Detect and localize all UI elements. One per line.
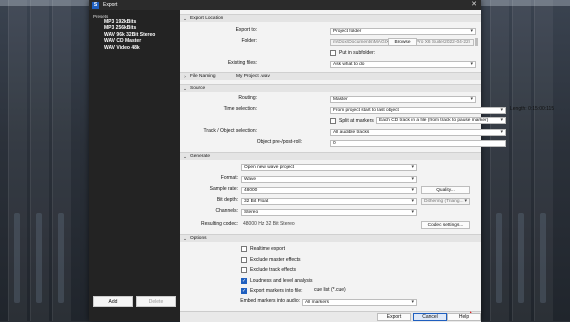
put-in-subfolder-checkbox[interactable] — [330, 50, 336, 56]
close-icon[interactable]: ✕ — [471, 1, 477, 9]
track-object-dropdown[interactable]: All audible tracks — [330, 129, 506, 136]
presets-header: Presets — [93, 14, 109, 19]
exclude-master-effects-label: Exclude master effects — [250, 257, 301, 263]
preset-item[interactable]: WAV Video 48k — [89, 45, 180, 51]
section-title: File Naming — [190, 74, 216, 79]
bit-depth-dropdown[interactable]: 32 Bit Float — [241, 198, 417, 205]
title-bar: S Export ✕ — [89, 0, 481, 10]
help-button[interactable]: Help — [447, 313, 481, 321]
export-markers-format[interactable]: cue list (*.cue) — [314, 287, 346, 294]
resulting-codec-label: Resulting codec: — [201, 221, 238, 227]
sample-rate-label: Sample rate: — [209, 186, 238, 192]
time-selection-dropdown[interactable]: From project start to last object — [330, 107, 506, 114]
chevron-down-icon: ⌄ — [183, 15, 187, 21]
presets-panel: Presets MP3 192kBits MP3 256kBits WAV 96… — [89, 10, 180, 321]
channels-label: Channels: — [215, 208, 238, 214]
realtime-export-label: Realtime export — [250, 246, 286, 252]
bit-depth-label: Bit depth: — [216, 197, 238, 203]
preroll-field[interactable]: 0 — [330, 140, 506, 147]
split-at-markers-label: Split at markers — [339, 118, 374, 124]
window-title: Export — [103, 2, 118, 8]
channels-dropdown[interactable]: Stereo — [241, 209, 417, 216]
export-to-dropdown[interactable]: Project folder — [330, 28, 476, 35]
section-title: Generate — [190, 154, 211, 159]
existing-files-label: Existing files: — [227, 60, 257, 66]
resulting-codec-value: 48000 Hz 32 Bit Stereo — [243, 221, 295, 227]
export-markers-label: Export markers into file: — [250, 288, 303, 294]
section-title: Source — [190, 86, 206, 91]
split-mode-dropdown[interactable]: Each CD track in a file (from track to p… — [376, 117, 506, 124]
routing-label: Routing: — [238, 95, 257, 101]
exclude-track-effects-label: Exclude track effects — [250, 267, 297, 273]
chevron-down-icon: ⌄ — [183, 85, 187, 91]
length-readout: Length: 0:15:00:115 — [510, 106, 555, 112]
dithering-dropdown[interactable]: Dithering (Triang... — [421, 198, 470, 205]
put-in-subfolder-label: Put in subfolder: — [339, 50, 376, 56]
embed-markers-label: Embed markers into audio: — [240, 298, 300, 304]
chevron-down-icon: ⌄ — [183, 153, 187, 159]
section-title: Options — [190, 236, 207, 241]
quality-button[interactable]: Quality... — [421, 186, 470, 194]
sample-rate-dropdown[interactable]: 48000 — [241, 187, 417, 194]
add-preset-button[interactable]: Add — [93, 296, 133, 307]
generate-mode-dropdown[interactable]: Open new wave project — [241, 164, 417, 171]
format-dropdown[interactable]: Wave — [241, 176, 417, 183]
existing-files-dropdown[interactable]: Ask what to do — [330, 61, 476, 68]
section-generate[interactable]: ⌄ Generate — [180, 152, 481, 160]
time-selection-label: Time selection: — [223, 106, 257, 112]
track-object-label: Track / Object selection: — [203, 128, 257, 134]
section-title: Export Location — [190, 16, 224, 21]
export-button[interactable]: Export — [377, 313, 411, 321]
export-to-label: Export to: — [235, 27, 257, 33]
cancel-button[interactable]: Cancel — [413, 313, 447, 321]
preroll-label: Object pre-/post-roll: — [256, 139, 302, 145]
chevron-down-icon: ⌄ — [183, 235, 187, 241]
generate-options-area: ⌄ Generate Open new wave project Format:… — [180, 152, 481, 311]
routing-dropdown[interactable]: Master — [330, 96, 476, 103]
app-icon: S — [92, 1, 99, 9]
browse-button[interactable]: Browse — [388, 38, 417, 46]
format-label: Format: — [220, 175, 238, 181]
file-naming-value: My Project .wav — [236, 74, 270, 79]
section-export-location[interactable]: ⌄ Export Location — [180, 14, 481, 22]
loudness-analysis-checkbox[interactable]: ✓ — [241, 278, 247, 284]
delete-preset-button[interactable]: Delete — [136, 296, 176, 307]
realtime-export-checkbox[interactable] — [241, 246, 247, 252]
embed-markers-dropdown[interactable]: All markers — [302, 299, 417, 306]
codec-settings-button[interactable]: Codec settings... — [421, 221, 470, 229]
section-source[interactable]: ⌄ Source — [180, 84, 481, 92]
section-file-naming[interactable]: › File Naming My Project .wav — [180, 72, 481, 80]
exclude-master-effects-checkbox[interactable] — [241, 257, 247, 263]
dialog-footer: Export Cancel Help — [180, 311, 481, 322]
folder-label: Folder: — [241, 38, 257, 44]
exclude-track-effects-checkbox[interactable] — [241, 267, 247, 273]
split-at-markers-checkbox[interactable] — [330, 118, 336, 124]
loudness-analysis-label: Loudness and level analysis — [250, 278, 313, 284]
section-options[interactable]: ⌄ Options — [180, 234, 481, 242]
export-markers-checkbox[interactable]: ✓ — [241, 288, 247, 294]
chevron-right-icon: › — [184, 74, 186, 79]
